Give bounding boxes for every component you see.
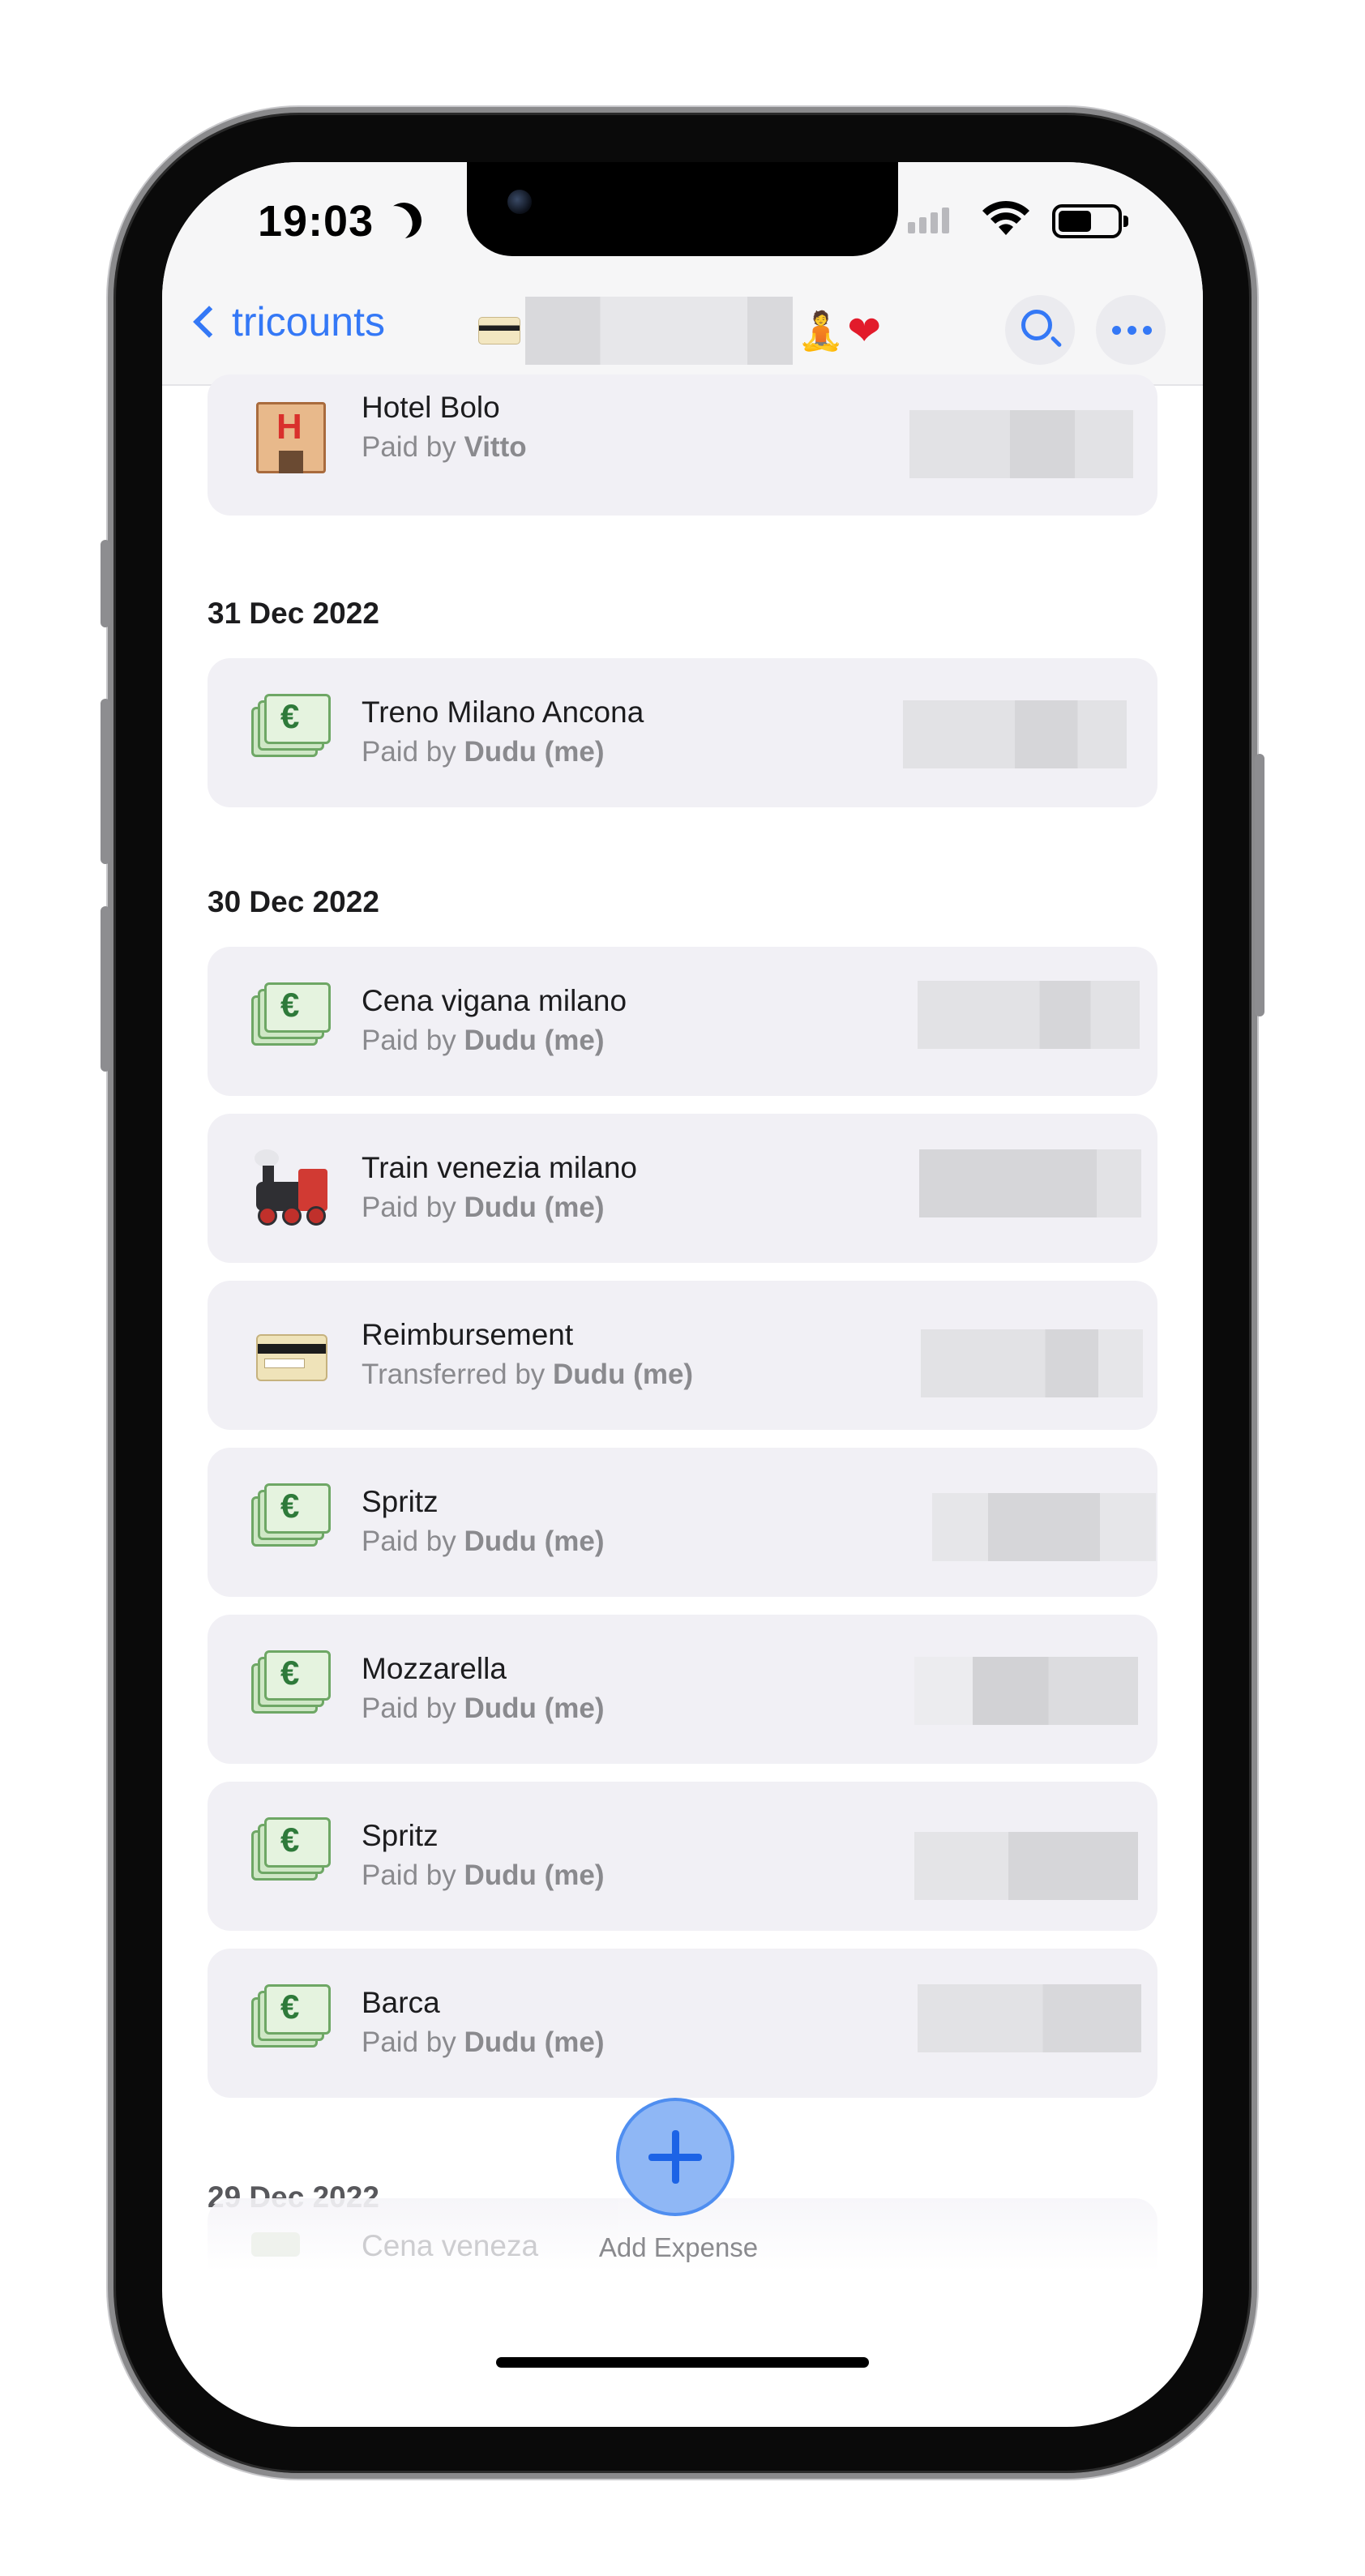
expense-row-spritz[interactable]: € Spritz Paid by Dudu (me) [208, 1448, 1157, 1597]
expense-title: Hotel Bolo [362, 391, 500, 424]
back-label: tricounts [232, 299, 385, 344]
volume-up-button [101, 699, 110, 864]
redacted-amount [918, 981, 1140, 1049]
expense-payer: Paid by Dudu (me) [362, 2026, 605, 2058]
redacted-amount [932, 1493, 1156, 1561]
redacted-amount [914, 1832, 1138, 1900]
expense-title: Train venezia milano [362, 1151, 638, 1184]
expense-title: Mozzarella [362, 1652, 507, 1685]
expense-payer: Paid by Dudu (me) [362, 1692, 605, 1724]
search-button[interactable] [1005, 295, 1075, 365]
locomotive-icon [251, 1149, 329, 1227]
expense-title: Barca [362, 1986, 440, 2019]
lotus-position-emoji: 🧘 [798, 309, 845, 352]
navigation-header: 19:03 tricounts 🧘 ❤ [162, 162, 1203, 386]
euro-banknote-icon [251, 2232, 300, 2257]
add-expense-button[interactable] [616, 2098, 734, 2216]
expense-row-barca[interactable]: € Barca Paid by Dudu (me) [208, 1949, 1157, 2098]
cellular-signal-icon [908, 208, 949, 233]
expense-row-spritz[interactable]: € Spritz Paid by Dudu (me) [208, 1782, 1157, 1931]
dynamic-island [467, 162, 898, 256]
expense-payer: Transferred by Dudu (me) [362, 1359, 694, 1390]
credit-card-icon [478, 317, 520, 344]
back-button[interactable]: tricounts [186, 298, 385, 345]
redacted-amount [918, 1984, 1141, 2052]
camera-icon [507, 190, 532, 214]
expense-payer: Paid by Vitto [362, 431, 527, 463]
expense-row-treno-milano-ancona[interactable]: € Treno Milano Ancona Paid by Dudu (me) [208, 658, 1157, 807]
redacted-title [525, 297, 793, 365]
chevron-left-icon [193, 306, 225, 338]
euro-banknote-icon: € [251, 982, 331, 1060]
expense-title: Reimbursement [362, 1318, 574, 1351]
euro-banknote-icon: € [251, 1650, 331, 1728]
euro-banknote-icon: € [251, 694, 331, 772]
expense-payer: Paid by Dudu (me) [362, 1025, 605, 1056]
tricount-title: 🧘 ❤ [478, 297, 881, 365]
expense-payer: Paid by Dudu (me) [362, 1859, 605, 1891]
expense-payer: Paid by Dudu (me) [362, 736, 605, 768]
add-expense-label: Add Expense [598, 2232, 759, 2262]
expense-row-mozzarella[interactable]: € Mozzarella Paid by Dudu (me) [208, 1615, 1157, 1764]
ellipsis-icon [1112, 326, 1152, 335]
expense-payer: Paid by Dudu (me) [362, 1192, 605, 1223]
battery-icon [1052, 204, 1128, 238]
heart-emoji: ❤ [847, 308, 882, 353]
focus-moon-icon [381, 198, 426, 243]
wifi-icon [982, 200, 1029, 235]
search-icon [1021, 310, 1052, 340]
home-indicator[interactable] [496, 2357, 869, 2368]
expense-row-hotel-bolo[interactable]: H Hotel Bolo Paid by Vitto [208, 374, 1157, 516]
date-header: 30 Dec 2022 [208, 885, 379, 918]
expense-title: Cena vigana milano [362, 984, 627, 1017]
expense-row-train-venezia-milano[interactable]: Train venezia milano Paid by Dudu (me) [208, 1114, 1157, 1263]
hotel-icon: H [251, 399, 329, 477]
expense-row-cena-vigana-milano[interactable]: € Cena vigana milano Paid by Dudu (me) [208, 947, 1157, 1096]
redacted-amount [914, 1657, 1138, 1725]
redacted-amount [909, 410, 1133, 478]
euro-banknote-icon: € [251, 1817, 331, 1895]
expense-payer: Paid by Dudu (me) [362, 1525, 605, 1557]
silent-switch [101, 540, 110, 627]
expense-title: Spritz [362, 1819, 439, 1852]
expense-row-reimbursement[interactable]: Reimbursement Transferred by Dudu (me) [208, 1281, 1157, 1430]
date-header: 31 Dec 2022 [208, 597, 379, 630]
volume-down-button [101, 906, 110, 1072]
euro-banknote-icon: € [251, 1483, 331, 1561]
status-time: 19:03 [258, 197, 374, 246]
expense-title: Spritz [362, 1485, 439, 1518]
redacted-amount [921, 1329, 1143, 1397]
redacted-amount [919, 1149, 1141, 1217]
phone-screen: 19:03 tricounts 🧘 ❤ H Hotel Bolo Paid by… [162, 162, 1203, 2427]
redacted-amount [903, 700, 1127, 768]
expense-title: Treno Milano Ancona [362, 695, 644, 729]
more-options-button[interactable] [1096, 295, 1166, 365]
power-button [1255, 754, 1264, 1016]
euro-banknote-icon: € [251, 1984, 331, 2062]
expense-title: Cena veneza [362, 2229, 539, 2262]
credit-card-icon [251, 1316, 329, 1394]
